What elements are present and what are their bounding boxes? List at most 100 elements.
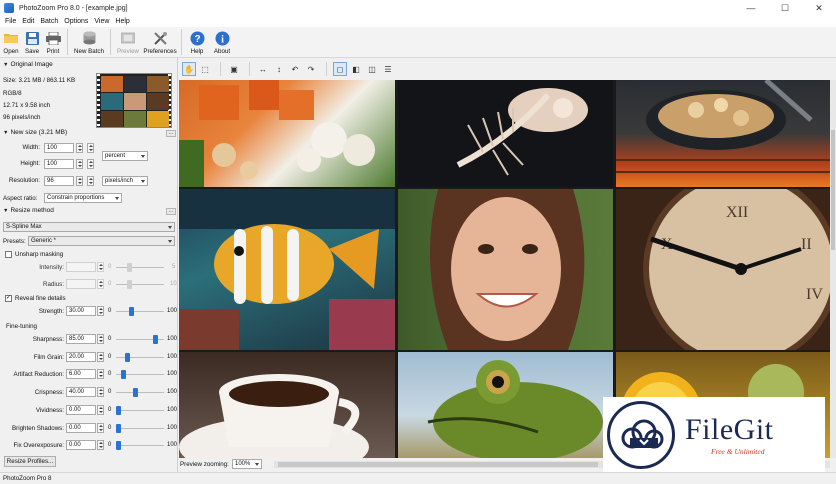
print-button[interactable]: Print xyxy=(42,27,64,58)
fit-height-icon[interactable]: ↕ xyxy=(272,62,286,76)
fine-tuning-stepper[interactable] xyxy=(97,369,104,380)
menu-view[interactable]: View xyxy=(91,16,112,27)
radius-slider-handle[interactable] xyxy=(127,280,132,289)
fine-tuning-stepper[interactable] xyxy=(97,351,104,362)
vertical-scrollbar[interactable] xyxy=(830,80,836,458)
fine-tuning-input[interactable]: 85.00 xyxy=(66,334,96,344)
menu-batch[interactable]: Batch xyxy=(37,16,61,27)
close-button[interactable]: ✕ xyxy=(802,0,836,16)
fine-tuning-slider-handle[interactable] xyxy=(121,370,127,380)
resolution-input[interactable]: 96 xyxy=(44,176,74,186)
fit-width-icon[interactable]: ↔ xyxy=(256,62,270,76)
preview-zoom-select[interactable]: 100% xyxy=(232,459,262,469)
fine-tuning-stepper[interactable] xyxy=(97,404,104,415)
aspect-ratio-select[interactable]: Constrain proportions xyxy=(44,193,122,203)
fine-tuning-input[interactable]: 20.00 xyxy=(66,351,96,362)
fine-tuning-stepper[interactable] xyxy=(97,387,104,398)
resize-method-select[interactable]: S-Spline Max xyxy=(3,222,175,232)
image-thumbnail[interactable] xyxy=(96,73,172,128)
intensity-slider-handle[interactable] xyxy=(127,263,132,272)
fine-tuning-stepper[interactable] xyxy=(97,440,104,451)
svg-text:?: ? xyxy=(194,34,200,45)
fine-tuning-slider-track[interactable] xyxy=(116,356,164,358)
fine-tuning-slider-handle[interactable] xyxy=(133,388,139,398)
menu-help[interactable]: Help xyxy=(112,16,132,27)
fine-tuning-slider-handle[interactable] xyxy=(116,423,121,433)
fine-tuning-slider-handle[interactable] xyxy=(152,335,158,344)
width-input[interactable]: 100 xyxy=(44,143,74,153)
about-button[interactable]: i About xyxy=(209,27,235,58)
resolution-unit-select[interactable]: pixels/inch xyxy=(102,176,148,186)
fine-tuning-slider-track[interactable] xyxy=(116,409,164,411)
width-link-toggle[interactable] xyxy=(87,143,94,153)
strength-stepper[interactable] xyxy=(97,306,104,316)
preview-button[interactable]: Preview xyxy=(114,27,142,58)
new-batch-button[interactable]: New Batch xyxy=(71,27,107,58)
crop-select-icon[interactable]: ⬚ xyxy=(198,62,212,76)
split-view-icon[interactable]: ◧ xyxy=(349,62,363,76)
fine-tuning-input[interactable]: 40.00 xyxy=(66,387,96,398)
vertical-scroll-thumb[interactable] xyxy=(831,130,835,250)
thumb-cell xyxy=(101,93,123,110)
side-by-side-icon[interactable]: ◫ xyxy=(365,62,379,76)
height-link-toggle[interactable] xyxy=(87,159,94,169)
resize-method-header[interactable]: ▼ Resize method xyxy=(3,207,54,214)
original-image-header[interactable]: ▼ Original Image xyxy=(3,61,53,68)
fine-tuning-input[interactable]: 6.00 xyxy=(66,369,96,380)
resize-profiles-button[interactable]: Resize Profiles... xyxy=(4,456,56,467)
height-input[interactable]: 100 xyxy=(44,159,74,169)
fine-tuning-min: 0 xyxy=(108,389,112,396)
new-size-header[interactable]: ▼ New size (3.21 MB) xyxy=(3,129,67,136)
resolution-extra-toggle[interactable] xyxy=(87,176,94,186)
radius-stepper[interactable] xyxy=(97,279,104,289)
strength-input[interactable]: 30.00 xyxy=(66,306,96,316)
fine-tuning-stepper[interactable] xyxy=(97,422,104,433)
fine-tuning-slider-handle[interactable] xyxy=(116,405,121,415)
fine-tuning-slider-handle[interactable] xyxy=(116,441,121,451)
intensity-stepper[interactable] xyxy=(97,262,104,272)
fine-tuning-row: Film Grain: 20.00 0 100 xyxy=(0,351,178,364)
menu-edit[interactable]: Edit xyxy=(19,16,37,27)
help-button[interactable]: ? Help xyxy=(185,27,209,58)
preferences-button[interactable]: Preferences xyxy=(142,27,178,58)
save-button[interactable]: Save xyxy=(22,27,42,58)
presets-label: Presets: xyxy=(3,238,26,245)
single-view-icon[interactable]: ◻ xyxy=(333,62,347,76)
open-button[interactable]: Open xyxy=(0,27,22,58)
rotate-left-icon[interactable]: ↶ xyxy=(288,62,302,76)
fine-tuning-stepper[interactable] xyxy=(97,334,104,344)
fine-tuning-slider-track[interactable] xyxy=(116,445,164,447)
maximize-button[interactable]: ☐ xyxy=(768,0,802,16)
strength-slider-track[interactable] xyxy=(116,311,164,312)
fine-tuning-slider-track[interactable] xyxy=(116,392,164,394)
menu-file[interactable]: File xyxy=(2,16,19,27)
fine-tuning-input[interactable]: 0.00 xyxy=(66,404,96,415)
new-size-more-button[interactable]: ... xyxy=(166,130,176,137)
fine-tuning-slider-track[interactable] xyxy=(116,427,164,429)
zoom-fit-icon[interactable]: ▣ xyxy=(227,62,241,76)
radius-input[interactable] xyxy=(66,279,96,289)
photo-coffee-tile xyxy=(179,352,395,458)
height-stepper[interactable] xyxy=(76,159,83,169)
reveal-fine-details-checkbox[interactable]: ✓ xyxy=(5,295,12,302)
menu-options[interactable]: Options xyxy=(61,16,91,27)
resolution-stepper[interactable] xyxy=(76,176,83,186)
intensity-input[interactable] xyxy=(66,262,96,272)
width-stepper[interactable] xyxy=(76,143,83,153)
presets-select[interactable]: Generic * xyxy=(28,236,175,246)
stacked-view-icon[interactable]: ☰ xyxy=(381,62,395,76)
unsharp-masking-checkbox[interactable] xyxy=(5,251,12,258)
radius-slider-track[interactable] xyxy=(116,284,164,285)
minimize-button[interactable]: — xyxy=(734,0,768,16)
rotate-right-icon[interactable]: ↷ xyxy=(304,62,318,76)
size-unit-select[interactable]: percent xyxy=(102,151,148,161)
resize-method-title: Resize method xyxy=(10,207,54,214)
strength-slider-handle[interactable] xyxy=(128,307,134,316)
fine-tuning-input[interactable]: 0.00 xyxy=(66,440,96,451)
resize-method-more-button[interactable]: ... xyxy=(166,208,176,215)
fine-tuning-slider-handle[interactable] xyxy=(124,352,130,362)
fine-tuning-input[interactable]: 0.00 xyxy=(66,422,96,433)
hand-tool-icon[interactable]: ✋ xyxy=(182,62,196,76)
horizontal-scroll-thumb[interactable] xyxy=(278,462,598,467)
intensity-slider-track[interactable] xyxy=(116,267,164,268)
